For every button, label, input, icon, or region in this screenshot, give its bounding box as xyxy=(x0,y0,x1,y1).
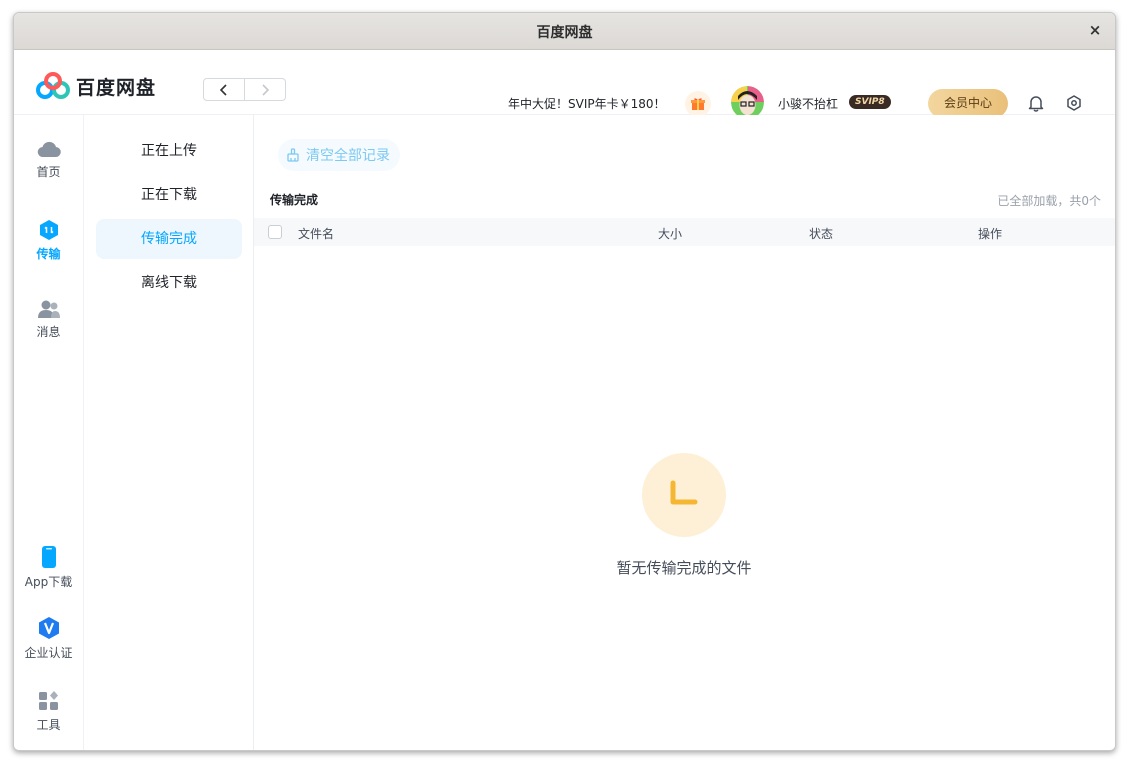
logo: 百度网盘 xyxy=(36,70,156,102)
sidebar-item-label: 首页 xyxy=(36,165,61,179)
logo-text: 百度网盘 xyxy=(76,76,157,99)
vip-badge[interactable]: SVIP8 xyxy=(849,95,891,109)
bell-icon[interactable] xyxy=(1028,95,1044,116)
broom-icon xyxy=(287,148,299,162)
empty-state-text: 暂无传输完成的文件 xyxy=(616,559,752,577)
history-nav xyxy=(203,78,286,101)
settings-icon[interactable] xyxy=(1066,95,1082,115)
cloud-icon xyxy=(37,141,61,158)
sidebar-item-label: 企业认证 xyxy=(24,646,73,660)
baidu-netdisk-logo-icon xyxy=(36,72,70,99)
back-button[interactable] xyxy=(203,78,245,101)
forward-button[interactable] xyxy=(245,78,286,101)
sidebar: 首页 传输 消息 App下载 企业认证 工具 xyxy=(14,115,84,750)
clock-corner-icon xyxy=(670,480,698,505)
sidebar-item-transfer[interactable]: 传输 xyxy=(14,219,83,262)
title-bar: 百度网盘 × xyxy=(14,13,1115,50)
subnav-item-downloading[interactable]: 正在下载 xyxy=(96,175,242,215)
select-all-checkbox[interactable] xyxy=(268,225,282,239)
username[interactable]: 小骏不抬杠 xyxy=(778,95,838,112)
transfer-subnav: 正在上传 正在下载 传输完成 离线下载 xyxy=(84,115,254,750)
subnav-item-completed[interactable]: 传输完成 xyxy=(96,219,242,259)
clear-all-records-label: 清空全部记录 xyxy=(306,148,390,164)
window-title: 百度网盘 xyxy=(536,25,593,41)
main-content: 清空全部记录 传输完成 已全部加载，共0个 文件名 大小 状态 操作 暂无传输完… xyxy=(254,115,1115,750)
section-title: 传输完成 xyxy=(270,193,319,207)
clear-all-records-button[interactable]: 清空全部记录 xyxy=(278,139,400,171)
sidebar-item-label: 传输 xyxy=(36,247,61,261)
loaded-count: 已全部加载，共0个 xyxy=(997,194,1101,208)
sidebar-item-messages[interactable]: 消息 xyxy=(14,299,83,340)
sidebar-item-label: 消息 xyxy=(36,325,61,339)
users-icon xyxy=(37,300,60,318)
table-header: 文件名 大小 状态 操作 xyxy=(254,218,1115,246)
subnav-item-offline[interactable]: 离线下载 xyxy=(96,263,242,303)
enterprise-icon xyxy=(38,617,59,639)
transfer-icon xyxy=(39,220,58,240)
promo-banner[interactable]: 年中大促！SVIP年卡￥180！ xyxy=(508,95,666,112)
column-header-filename[interactable]: 文件名 xyxy=(298,225,334,242)
close-icon[interactable]: × xyxy=(1085,20,1105,40)
column-header-actions: 操作 xyxy=(978,227,1003,241)
phone-icon xyxy=(41,546,56,568)
sidebar-item-enterprise[interactable]: 企业认证 xyxy=(14,616,83,661)
sidebar-item-tools[interactable]: 工具 xyxy=(14,690,83,733)
gift-icon xyxy=(691,98,705,110)
gift-button[interactable] xyxy=(685,91,711,117)
empty-state-icon xyxy=(642,453,726,537)
member-center-button[interactable]: 会员中心 xyxy=(928,89,1008,118)
header: 百度网盘 年中大促！SVIP年卡￥180！ 小骏不抬杠 SVIP8 会员中心 xyxy=(14,50,1115,119)
subnav-item-uploading[interactable]: 正在上传 xyxy=(96,131,242,171)
chevron-left-icon xyxy=(219,83,227,96)
tools-icon xyxy=(38,691,58,710)
sidebar-item-label: 工具 xyxy=(36,718,61,732)
chevron-right-icon xyxy=(262,83,270,96)
app-window: 百度网盘 × 百度网盘 年中大促！SVIP年卡￥180！ 小骏不抬杠 SVIP8… xyxy=(13,12,1116,751)
sidebar-item-home[interactable]: 首页 xyxy=(14,139,83,180)
column-header-size[interactable]: 大小 xyxy=(658,225,682,242)
column-header-status[interactable]: 状态 xyxy=(809,225,833,242)
sidebar-item-app-download[interactable]: App下载 xyxy=(14,545,83,590)
sidebar-item-label: App下载 xyxy=(24,575,73,589)
